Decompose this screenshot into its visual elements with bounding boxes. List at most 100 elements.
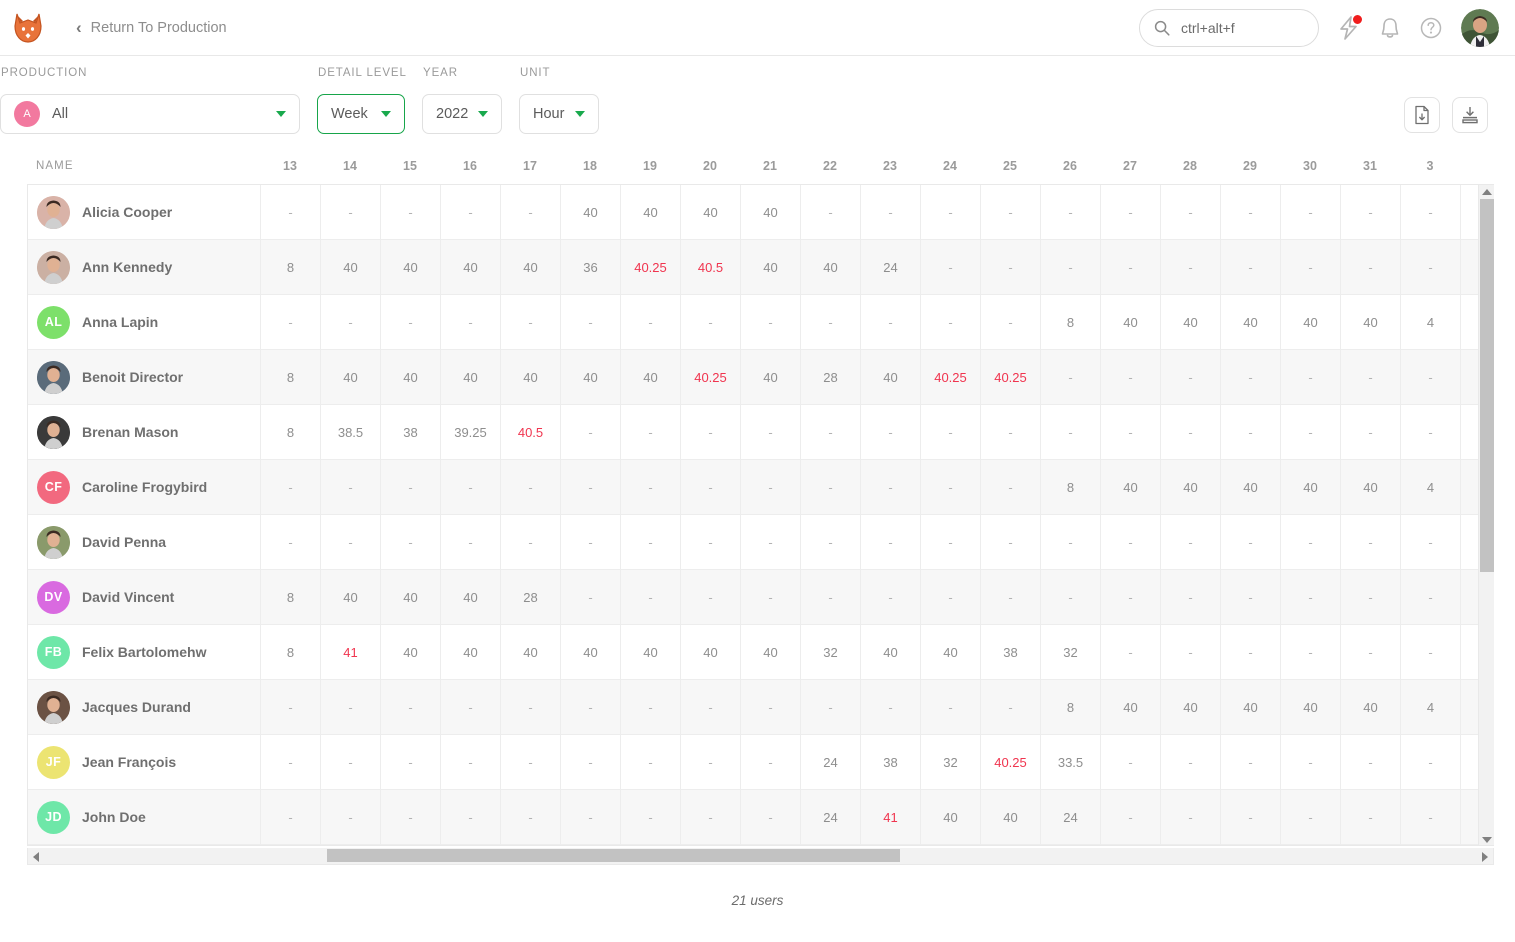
- timesheet-cell[interactable]: 28: [801, 350, 861, 404]
- timesheet-cell[interactable]: -: [921, 570, 981, 624]
- timesheet-cell[interactable]: -: [1161, 625, 1221, 679]
- return-to-production-link[interactable]: ‹ Return To Production: [76, 19, 227, 36]
- timesheet-cell[interactable]: 40: [381, 350, 441, 404]
- unit-select[interactable]: Hour: [519, 94, 599, 134]
- timesheet-cell[interactable]: -: [1101, 185, 1161, 239]
- timesheet-cell[interactable]: -: [561, 735, 621, 789]
- timesheet-cell[interactable]: 40: [501, 625, 561, 679]
- timesheet-cell[interactable]: -: [501, 185, 561, 239]
- timesheet-cell[interactable]: 32: [801, 625, 861, 679]
- year-select[interactable]: 2022: [422, 94, 502, 134]
- timesheet-cell[interactable]: -: [1221, 735, 1281, 789]
- timesheet-cell[interactable]: -: [981, 460, 1041, 514]
- timesheet-cell[interactable]: 40: [1221, 680, 1281, 734]
- timesheet-cell[interactable]: -: [1401, 625, 1461, 679]
- timesheet-cell[interactable]: -: [1341, 405, 1401, 459]
- timesheet-cell[interactable]: 40: [681, 625, 741, 679]
- timesheet-cell[interactable]: -: [801, 405, 861, 459]
- timesheet-cell[interactable]: 8: [261, 405, 321, 459]
- timesheet-cell[interactable]: -: [921, 185, 981, 239]
- timesheet-cell[interactable]: -: [621, 295, 681, 349]
- timesheet-cell[interactable]: -: [741, 515, 801, 569]
- horizontal-scroll-thumb[interactable]: [327, 849, 900, 862]
- table-row[interactable]: CF Caroline Frogybird - - - - - - - - - - - - -8 40 40 40…: [28, 460, 1494, 515]
- timesheet-cell[interactable]: -: [801, 680, 861, 734]
- table-row[interactable]: AL Anna Lapin - - - - - - - - - - - - -8 40 40 40 40 40 4: [28, 295, 1494, 350]
- timesheet-cell[interactable]: -: [981, 515, 1041, 569]
- timesheet-cell[interactable]: 40.25: [681, 350, 741, 404]
- timesheet-cell[interactable]: -: [1161, 240, 1221, 294]
- timesheet-cell[interactable]: -: [1281, 240, 1341, 294]
- timesheet-cell[interactable]: -: [321, 735, 381, 789]
- fox-logo-icon[interactable]: [0, 12, 56, 44]
- timesheet-cell[interactable]: 40: [441, 240, 501, 294]
- timesheet-cell[interactable]: -: [741, 570, 801, 624]
- timesheet-cell[interactable]: -: [621, 515, 681, 569]
- timesheet-cell[interactable]: -: [921, 405, 981, 459]
- timesheet-cell[interactable]: -: [681, 295, 741, 349]
- timesheet-cell[interactable]: 40.25: [981, 735, 1041, 789]
- timesheet-cell[interactable]: -: [921, 460, 981, 514]
- timesheet-cell[interactable]: -: [441, 185, 501, 239]
- timesheet-cell[interactable]: -: [381, 735, 441, 789]
- timesheet-cell[interactable]: 40: [321, 240, 381, 294]
- export-import-button[interactable]: [1452, 97, 1488, 133]
- timesheet-cell[interactable]: 24: [801, 790, 861, 844]
- timesheet-cell[interactable]: 40.25: [621, 240, 681, 294]
- timesheet-cell[interactable]: 38: [981, 625, 1041, 679]
- help-button[interactable]: [1419, 16, 1443, 40]
- timesheet-cell[interactable]: -: [321, 460, 381, 514]
- scroll-left-arrow[interactable]: [33, 852, 39, 862]
- timesheet-cell[interactable]: -: [1041, 405, 1101, 459]
- timesheet-cell[interactable]: -: [381, 790, 441, 844]
- timesheet-cell[interactable]: -: [861, 515, 921, 569]
- timesheet-cell[interactable]: -: [921, 680, 981, 734]
- timesheet-cell[interactable]: 40: [1161, 460, 1221, 514]
- timesheet-cell[interactable]: 38.5: [321, 405, 381, 459]
- table-row[interactable]: DV David Vincent 8 40 40 40 28- - - - - - - - - - - - - - -: [28, 570, 1494, 625]
- timesheet-cell[interactable]: 32: [921, 735, 981, 789]
- production-select[interactable]: A All: [0, 94, 300, 134]
- timesheet-cell[interactable]: -: [441, 790, 501, 844]
- table-row[interactable]: Jacques Durand - - - - - - - - - - - - -8 40 40 40 40 40 4: [28, 680, 1494, 735]
- timesheet-cell[interactable]: -: [1101, 405, 1161, 459]
- timesheet-cell[interactable]: -: [501, 790, 561, 844]
- timesheet-cell[interactable]: 40: [741, 350, 801, 404]
- timesheet-cell[interactable]: -: [1401, 350, 1461, 404]
- timesheet-cell[interactable]: 8: [261, 350, 321, 404]
- timesheet-cell[interactable]: 40.5: [501, 405, 561, 459]
- timesheet-cell[interactable]: 40: [1341, 680, 1401, 734]
- timesheet-cell[interactable]: -: [1341, 625, 1401, 679]
- timesheet-cell[interactable]: 40: [741, 240, 801, 294]
- timesheet-cell[interactable]: -: [1341, 350, 1401, 404]
- timesheet-cell[interactable]: -: [1221, 570, 1281, 624]
- timesheet-cell[interactable]: -: [321, 680, 381, 734]
- timesheet-cell[interactable]: -: [861, 405, 921, 459]
- timesheet-cell[interactable]: -: [1401, 240, 1461, 294]
- timesheet-cell[interactable]: 40: [741, 625, 801, 679]
- scroll-down-arrow[interactable]: [1482, 837, 1492, 843]
- timesheet-cell[interactable]: -: [321, 295, 381, 349]
- timesheet-cell[interactable]: 40.25: [921, 350, 981, 404]
- vertical-scroll-thumb[interactable]: [1480, 199, 1494, 572]
- timesheet-cell[interactable]: -: [1341, 735, 1401, 789]
- timesheet-cell[interactable]: 40.25: [981, 350, 1041, 404]
- timesheet-cell[interactable]: 40: [981, 790, 1041, 844]
- timesheet-cell[interactable]: -: [501, 680, 561, 734]
- timesheet-cell[interactable]: 40: [741, 185, 801, 239]
- timesheet-cell[interactable]: 36: [561, 240, 621, 294]
- table-row[interactable]: FB Felix Bartolomehw 8 41 40 40 40 40 40 40 40 32 40…: [28, 625, 1494, 680]
- timesheet-cell[interactable]: 40: [321, 570, 381, 624]
- timesheet-cell[interactable]: 40: [921, 790, 981, 844]
- timesheet-cell[interactable]: -: [1341, 515, 1401, 569]
- timesheet-cell[interactable]: -: [441, 460, 501, 514]
- timesheet-cell[interactable]: -: [861, 295, 921, 349]
- timesheet-cell[interactable]: -: [741, 680, 801, 734]
- timesheet-cell[interactable]: -: [801, 185, 861, 239]
- timesheet-cell[interactable]: 24: [861, 240, 921, 294]
- timesheet-cell[interactable]: 40: [1161, 680, 1221, 734]
- timesheet-cell[interactable]: -: [621, 570, 681, 624]
- timesheet-cell[interactable]: 40: [1341, 295, 1401, 349]
- timesheet-cell[interactable]: -: [1281, 735, 1341, 789]
- timesheet-cell[interactable]: -: [621, 790, 681, 844]
